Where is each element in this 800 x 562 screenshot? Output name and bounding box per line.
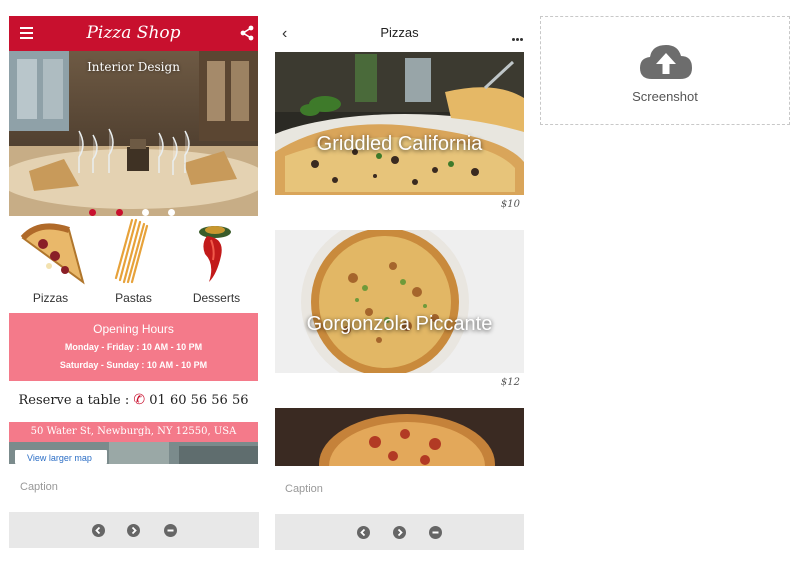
weekday-hours: Monday - Friday : 10 AM - 10 PM (64, 342, 203, 352)
pizza-photo (275, 52, 524, 195)
previous-icon[interactable] (357, 526, 370, 539)
category-desserts[interactable]: Desserts (175, 216, 258, 313)
preview-toolbar (275, 514, 524, 550)
upload-label: Screenshot (632, 89, 698, 104)
category-pastas[interactable]: Pastas (92, 216, 175, 313)
pizza-name: Griddled California (316, 133, 483, 155)
caption-text: Caption (20, 481, 58, 493)
caption-text: Caption (285, 483, 323, 495)
pizza-price: $10 (500, 199, 520, 210)
category-label: Pastas (115, 291, 152, 305)
more-options-icon[interactable] (511, 28, 523, 46)
app-title: Pizza Shop (86, 23, 181, 43)
cloud-upload-icon (640, 45, 692, 79)
category-label: Desserts (192, 291, 241, 305)
pasta-icon (114, 218, 149, 284)
pizza-price: $12 (500, 377, 520, 388)
pizza-slice-icon (20, 223, 85, 285)
phone-icon: ✆ (133, 392, 146, 408)
pizza-item-3-image[interactable] (275, 408, 524, 466)
pizza-photo (275, 230, 524, 373)
opening-hours-title: Opening Hours (93, 322, 174, 336)
pizza-photo (275, 408, 524, 466)
pizza-name: Gorgonzola Piccante (306, 313, 493, 335)
phone-preview: Pizza Shop Interior Design Pizzas Pastas… (9, 16, 258, 464)
pizzas-list-card: ‹ Pizzas Griddled California $10 Gorgonz… (275, 16, 524, 550)
hero-caption: Interior Design (87, 60, 180, 74)
pizza-item-1-image[interactable]: Griddled California (275, 52, 524, 195)
category-row: Pizzas Pastas Desserts (9, 216, 258, 313)
reserve-row[interactable]: Reserve a table : ✆ 01 60 56 56 56 (9, 392, 258, 408)
carousel-dot-2[interactable] (116, 209, 123, 216)
opening-hours-panel: Opening Hours Monday - Friday : 10 AM - … (9, 313, 258, 381)
category-label: Pizzas (32, 291, 69, 305)
remove-icon[interactable] (164, 524, 177, 537)
hero-image[interactable]: Interior Design (9, 51, 258, 216)
pizza-shop-card: Pizza Shop Interior Design Pizzas Pastas… (9, 16, 259, 548)
weekend-hours: Saturday - Sunday : 10 AM - 10 PM (59, 360, 208, 370)
preview-toolbar (9, 512, 259, 548)
category-pizzas[interactable]: Pizzas (9, 216, 92, 313)
screenshot-upload-dropzone[interactable]: Screenshot (540, 16, 790, 125)
next-icon[interactable] (127, 524, 140, 537)
carousel-dot-1[interactable] (89, 209, 96, 216)
view-larger-map-link[interactable]: View larger map (15, 450, 107, 464)
carousel-dot-4[interactable] (168, 209, 175, 216)
phone-preview: ‹ Pizzas Griddled California $10 Gorgonz… (275, 16, 524, 466)
phone-number[interactable]: 01 60 56 56 56 (149, 393, 248, 408)
remove-icon[interactable] (429, 526, 442, 539)
pepper-icon (199, 226, 231, 282)
app-header: ‹ Pizzas (275, 16, 524, 52)
reserve-label: Reserve a table : (18, 393, 130, 408)
carousel-dot-3[interactable] (142, 209, 149, 216)
map-embed[interactable]: View larger map (9, 442, 258, 464)
page-title: Pizzas (380, 25, 419, 40)
share-icon[interactable] (240, 25, 254, 41)
previous-icon[interactable] (92, 524, 105, 537)
restaurant-interior-photo (9, 51, 258, 216)
app-header: Pizza Shop (9, 16, 258, 51)
next-icon[interactable] (393, 526, 406, 539)
address-bar: 50 Water St, Newburgh, NY 12550, USA (9, 422, 258, 442)
pizza-item-2-image[interactable]: Gorgonzola Piccante (275, 230, 524, 373)
